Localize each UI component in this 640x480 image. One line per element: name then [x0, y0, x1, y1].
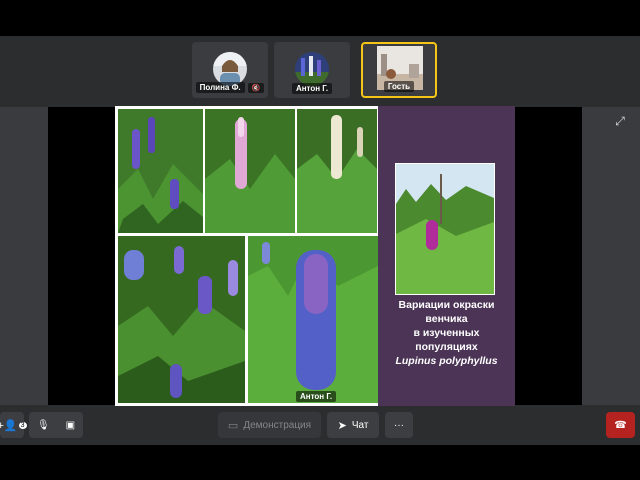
participant-tile-guest[interactable]: Гость: [361, 42, 437, 98]
side-panel-left: [0, 107, 48, 405]
speaker-label: Антон Г.: [296, 391, 337, 402]
letterbox-top: [0, 0, 640, 36]
caption-latin-name: Lupinus polyphyllus: [395, 355, 498, 367]
letterbox-bottom: [0, 445, 640, 480]
lupine-photo-1: [118, 109, 203, 233]
more-button[interactable]: ···: [385, 412, 413, 438]
slide-caption: Вариации окраски венчика в изученных поп…: [384, 298, 509, 368]
lupine-photo-4: [118, 236, 245, 403]
expand-icon[interactable]: ⤢: [612, 113, 628, 129]
camera-off-icon[interactable]: ▣: [66, 420, 75, 431]
participant-name: Антон Г.: [291, 83, 333, 94]
lupine-field-photo: [395, 163, 495, 295]
media-controls: 🎙︎ ▣: [29, 412, 83, 438]
more-icon: ···: [394, 419, 404, 431]
hangup-button[interactable]: ☎︎: [606, 412, 635, 438]
participant-name: Полина Ф.: [195, 82, 245, 93]
add-people-button[interactable]: +👤 3: [0, 412, 27, 438]
lupine-photo-3: [297, 109, 377, 233]
caption-line: венчика: [425, 313, 468, 325]
participant-name: Гость: [383, 81, 415, 92]
participant-tile-polina[interactable]: Полина Ф. 🔇: [192, 42, 268, 98]
add-people-count-badge: 3: [18, 421, 27, 429]
chat-button[interactable]: ➤ Чат: [327, 412, 379, 438]
participant-avatar: [213, 52, 247, 86]
mic-off-icon[interactable]: 🎙︎: [37, 420, 50, 431]
screen-share-icon: ▭: [227, 419, 239, 432]
participant-avatar: [295, 52, 329, 86]
mic-off-icon: 🔇: [247, 83, 265, 93]
add-person-icon: +👤: [0, 419, 18, 432]
lupine-photo-2: [205, 109, 295, 233]
screen-share-button[interactable]: ▭ Демонстрация: [218, 412, 321, 438]
screen-share-label: Демонстрация: [243, 419, 312, 431]
side-panel-right: [582, 107, 640, 405]
participant-tile-anton[interactable]: Антон Г.: [274, 42, 350, 98]
hangup-icon: ☎︎: [614, 419, 627, 431]
caption-line: популяциях: [415, 341, 478, 353]
send-icon: ➤: [337, 419, 347, 432]
caption-line: Вариации окраски: [398, 299, 495, 311]
caption-line: в изученных: [413, 327, 480, 339]
lupine-photo-5: [248, 236, 378, 403]
chat-label: Чат: [351, 419, 369, 431]
